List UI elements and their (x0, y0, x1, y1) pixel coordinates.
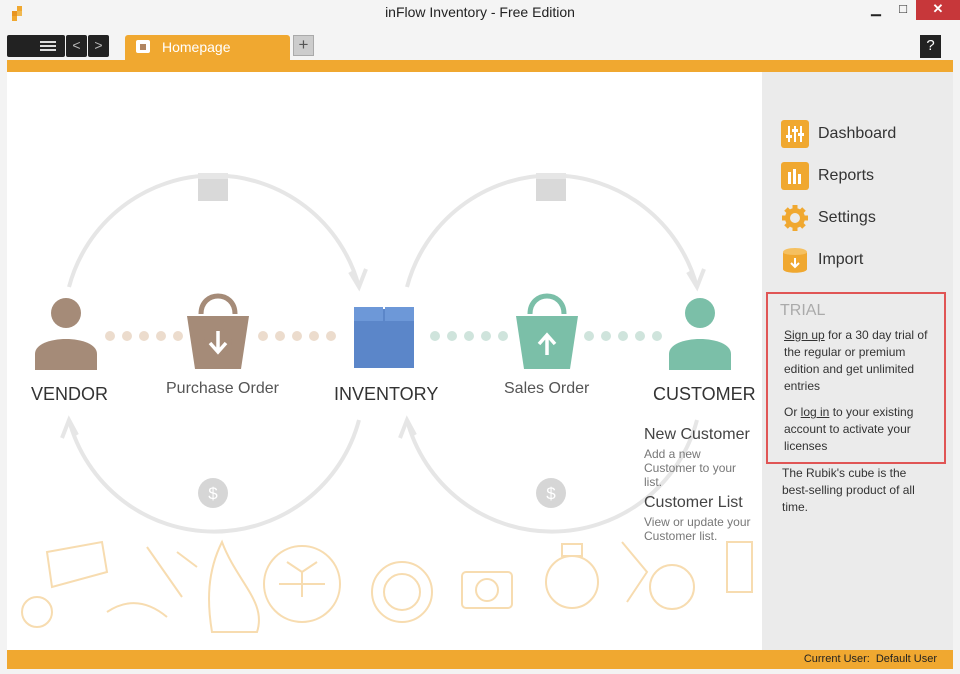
forward-button[interactable]: > (88, 35, 109, 57)
menu-line-icon (40, 45, 56, 47)
new-customer-description: Add a new Customer to your list. (644, 447, 737, 489)
menu-line-icon (40, 41, 56, 43)
sidebar-item-import[interactable]: Import (781, 246, 951, 276)
right-sidebar: Dashboard Reports Settings Import TRIAL … (762, 72, 953, 650)
trial-title: TRIAL (780, 302, 826, 319)
home-tab-icon (136, 40, 150, 53)
tip-text: The Rubik's cube is the best-selling pro… (782, 466, 915, 514)
login-prefix: Or (784, 405, 801, 419)
import-icon (783, 248, 807, 273)
dashboard-icon (781, 120, 809, 148)
close-button[interactable]: ✕ (916, 0, 960, 20)
signup-link[interactable]: Sign up (784, 328, 825, 342)
purchase-order-label[interactable]: Purchase Order (166, 380, 279, 398)
vendor-person-icon (35, 298, 97, 370)
customer-list-description: View or update your Customer list. (644, 515, 751, 543)
customer-person-icon (669, 298, 731, 370)
current-user-status: Current User: Default User (798, 653, 937, 665)
login-link[interactable]: log in (801, 405, 830, 419)
inventory-box-icon (354, 307, 414, 368)
gear-icon (782, 205, 808, 231)
customer-label[interactable]: CUSTOMER (653, 384, 756, 405)
tab-bar: < > Homepage + ? (0, 26, 960, 60)
sidebar-item-dashboard[interactable]: Dashboard (781, 120, 951, 150)
header-accent-bar (7, 60, 953, 72)
menu-line-icon (40, 49, 56, 51)
dollar-sign: $ (546, 484, 556, 503)
sales-order-label[interactable]: Sales Order (504, 380, 589, 398)
new-customer-link[interactable]: New Customer (644, 426, 750, 444)
flow-arc-bottom-left (67, 419, 361, 534)
sales-order-bag-icon (516, 293, 578, 369)
purchase-order-bag-icon (187, 293, 249, 369)
minimize-button[interactable]: ▁ (862, 0, 890, 20)
add-tab-button[interactable]: + (293, 35, 314, 56)
back-button[interactable]: < (66, 35, 87, 57)
inventory-label[interactable]: INVENTORY (334, 384, 438, 405)
background-pattern-icon (21, 539, 753, 633)
current-user-label: Current User: (803, 653, 870, 665)
dollar-sign: $ (208, 484, 218, 503)
main-menu-button[interactable] (7, 35, 65, 57)
sidebar-item-reports[interactable]: Reports (781, 162, 951, 192)
trial-login-text: Or log in to your existing account to ac… (784, 404, 939, 455)
sidebar-item-label: Reports (818, 167, 875, 184)
status-bar: Current User: Default User (7, 650, 953, 669)
tab-label: Homepage (162, 39, 231, 55)
title-bar: inFlow Inventory - Free Edition ▁ □ ✕ (0, 0, 960, 26)
workflow-canvas: $ $ VENDOR Purchase Order INVENTORY Sale… (7, 72, 762, 650)
sidebar-item-settings[interactable]: Settings (781, 204, 951, 234)
customer-list-link[interactable]: Customer List (644, 494, 743, 512)
window-title: inFlow Inventory - Free Edition (385, 4, 575, 20)
sidebar-item-label: Settings (818, 209, 876, 226)
workflow-diagram: $ $ (21, 173, 753, 633)
maximize-button[interactable]: □ (890, 0, 916, 20)
vendor-label[interactable]: VENDOR (31, 384, 108, 405)
tab-homepage[interactable]: Homepage (125, 35, 290, 60)
current-user-value: Default User (875, 653, 937, 665)
trial-signup-text: Sign up for a 30 day trial of the regula… (784, 327, 939, 395)
trial-panel: TRIAL Sign up for a 30 day trial of the … (766, 292, 946, 464)
reports-icon (781, 162, 809, 190)
sidebar-item-label: Import (818, 251, 864, 268)
help-button[interactable]: ? (920, 35, 941, 58)
sidebar-item-label: Dashboard (818, 125, 897, 142)
